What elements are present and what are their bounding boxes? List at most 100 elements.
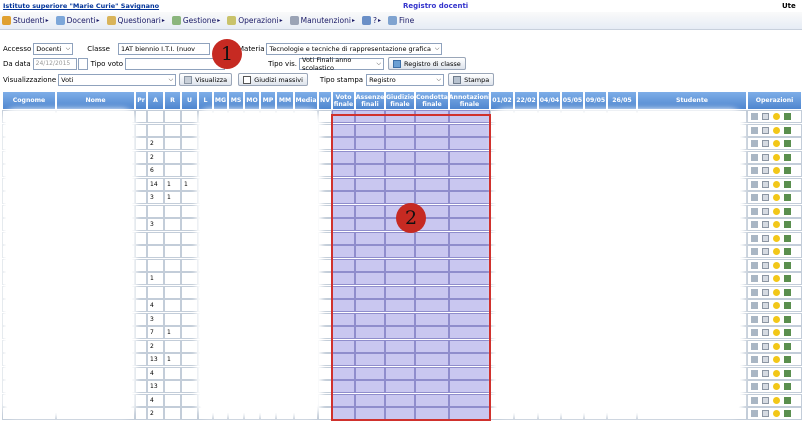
report-icon[interactable]	[784, 342, 791, 350]
notes-icon[interactable]	[762, 396, 769, 404]
calendar-icon[interactable]	[77, 57, 88, 70]
report-icon[interactable]	[784, 288, 791, 296]
cell-assenze-finali[interactable]	[355, 150, 385, 164]
cell-voto-finale[interactable]	[332, 204, 355, 218]
menu-docenti[interactable]: Docenti ▸	[55, 16, 100, 25]
cell-annotazioni-finale[interactable]	[449, 191, 490, 204]
cell-operazioni[interactable]	[747, 366, 802, 380]
cell-assenze-finali[interactable]	[355, 164, 385, 177]
cell-annotazioni-finale[interactable]	[449, 204, 490, 218]
edit-icon[interactable]	[751, 140, 758, 147]
school-name[interactable]: Istituto superiore "Marie Curie" Savigna…	[3, 2, 159, 10]
cell-voto-finale[interactable]	[332, 123, 355, 137]
header-mp[interactable]: MP	[260, 91, 276, 110]
cell-assenze-finali[interactable]	[355, 218, 385, 231]
cell-assenze-finali[interactable]	[355, 299, 385, 312]
header-date-1[interactable]: 01/02	[490, 91, 514, 110]
edit-icon[interactable]	[751, 126, 758, 134]
cell-condotta-finale[interactable]	[415, 110, 449, 123]
smiley-icon[interactable]	[773, 302, 780, 309]
cell-operazioni[interactable]	[747, 164, 802, 177]
tipo-vis-select[interactable]: Voti Finali anno scolastico ⌵	[299, 56, 385, 72]
notes-icon[interactable]	[762, 288, 769, 296]
cell-giudizio-finale[interactable]	[385, 326, 415, 339]
edit-icon[interactable]	[751, 194, 758, 201]
header-date-2[interactable]: 22/02	[514, 91, 538, 110]
report-icon[interactable]	[784, 221, 791, 228]
cell-voto-finale[interactable]	[332, 312, 355, 326]
cell-operazioni[interactable]	[747, 326, 802, 339]
cell-giudizio-finale[interactable]	[385, 150, 415, 164]
smiley-icon[interactable]	[773, 207, 780, 215]
cell-annotazioni-finale[interactable]	[449, 231, 490, 245]
cell-annotazioni-finale[interactable]	[449, 312, 490, 326]
cell-assenze-finali[interactable]	[355, 380, 385, 393]
edit-icon[interactable]	[751, 329, 758, 336]
cell-assenze-finali[interactable]	[355, 285, 385, 299]
cell-voto-finale[interactable]	[332, 299, 355, 312]
report-icon[interactable]	[784, 207, 791, 215]
smiley-icon[interactable]	[773, 126, 780, 134]
cell-assenze-finali[interactable]	[355, 393, 385, 407]
cell-annotazioni-finale[interactable]	[449, 380, 490, 393]
report-icon[interactable]	[784, 329, 791, 336]
cell-assenze-finali[interactable]	[355, 326, 385, 339]
cell-operazioni[interactable]	[747, 137, 802, 150]
cell-operazioni[interactable]	[747, 191, 802, 204]
cell-voto-finale[interactable]	[332, 110, 355, 123]
menu-questionari[interactable]: Questionari ▸	[106, 16, 165, 25]
cell-condotta-finale[interactable]	[415, 164, 449, 177]
smiley-icon[interactable]	[773, 356, 780, 363]
cell-operazioni[interactable]	[747, 231, 802, 245]
edit-icon[interactable]	[751, 288, 758, 296]
cell-operazioni[interactable]	[747, 218, 802, 231]
cell-condotta-finale[interactable]	[415, 258, 449, 272]
notes-icon[interactable]	[762, 248, 769, 255]
cell-giudizio-finale[interactable]	[385, 110, 415, 123]
notes-icon[interactable]	[762, 410, 769, 417]
cell-operazioni[interactable]	[747, 380, 802, 393]
cell-annotazioni-finale[interactable]	[449, 272, 490, 285]
cell-assenze-finali[interactable]	[355, 177, 385, 191]
smiley-icon[interactable]	[773, 288, 780, 296]
header-u[interactable]: U	[181, 91, 198, 110]
edit-icon[interactable]	[751, 248, 758, 255]
edit-icon[interactable]	[751, 180, 758, 188]
smiley-icon[interactable]	[773, 248, 780, 255]
header-mm[interactable]: MM	[276, 91, 294, 110]
header-l[interactable]: L	[198, 91, 213, 110]
cell-giudizio-finale[interactable]	[385, 258, 415, 272]
edit-icon[interactable]	[751, 221, 758, 228]
cell-voto-finale[interactable]	[332, 380, 355, 393]
edit-icon[interactable]	[751, 275, 758, 282]
report-icon[interactable]	[784, 167, 791, 174]
header-annotazioni-finale[interactable]: Annotazioni finale	[449, 91, 490, 110]
cell-operazioni[interactable]	[747, 150, 802, 164]
header-media[interactable]: Media	[294, 91, 318, 110]
cell-condotta-finale[interactable]	[415, 272, 449, 285]
notes-icon[interactable]	[762, 383, 769, 390]
header-giudizio-finale[interactable]: Giudizio finale	[385, 91, 415, 110]
cell-giudizio-finale[interactable]	[385, 380, 415, 393]
notes-icon[interactable]	[762, 275, 769, 282]
cell-operazioni[interactable]	[747, 204, 802, 218]
edit-icon[interactable]	[751, 153, 758, 161]
cell-operazioni[interactable]	[747, 245, 802, 258]
report-icon[interactable]	[784, 180, 791, 188]
edit-icon[interactable]	[751, 234, 758, 242]
cell-giudizio-finale[interactable]	[385, 353, 415, 366]
cell-voto-finale[interactable]	[332, 137, 355, 150]
smiley-icon[interactable]	[773, 383, 780, 390]
stampa-button[interactable]: Stampa	[448, 73, 495, 86]
cell-voto-finale[interactable]	[332, 177, 355, 191]
report-icon[interactable]	[784, 302, 791, 309]
report-icon[interactable]	[784, 261, 791, 269]
notes-icon[interactable]	[762, 167, 769, 174]
cell-operazioni[interactable]	[747, 110, 802, 123]
header-a[interactable]: A	[147, 91, 164, 110]
header-condotta-finale[interactable]: Condotta finale	[415, 91, 449, 110]
smiley-icon[interactable]	[773, 167, 780, 174]
cell-annotazioni-finale[interactable]	[449, 123, 490, 137]
menu-fine[interactable]: Fine	[387, 16, 414, 25]
cell-operazioni[interactable]	[747, 272, 802, 285]
